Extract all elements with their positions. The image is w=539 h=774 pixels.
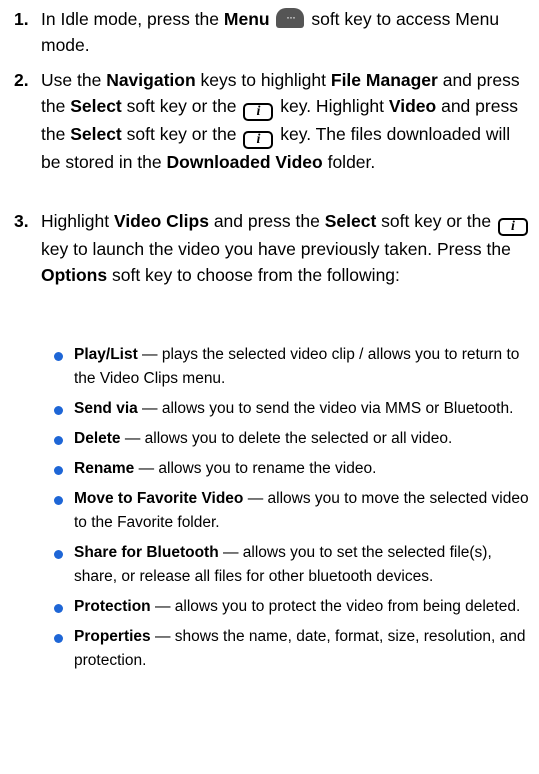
video-clips-term: Video Clips: [113, 211, 209, 231]
step-text: Use the Navigation keys to highlight Fil…: [41, 67, 534, 175]
step-text: In Idle mode, press the Menu soft key to…: [41, 6, 534, 58]
list-item: Move to Favorite Video — allows you to m…: [54, 487, 534, 535]
i-key-icon: i: [243, 131, 274, 149]
step-number: 3.: [14, 211, 29, 231]
options-term: Options: [41, 265, 108, 285]
list-item: Properties — shows the name, date, forma…: [54, 625, 534, 673]
list-item: Play/List — plays the selected video cli…: [54, 343, 534, 391]
list-item: Protection — allows you to protect the v…: [54, 595, 534, 619]
step-number: 2.: [14, 70, 29, 90]
text: key to launch the video you have previou…: [41, 239, 511, 259]
text: soft key or the: [121, 96, 242, 116]
options-list: Play/List — plays the selected video cli…: [54, 343, 534, 679]
text: soft key or the: [121, 124, 242, 144]
video-term: Video: [388, 96, 437, 116]
step-text: Highlight Video Clips and press the Sele…: [41, 208, 534, 288]
option-term: Protection: [74, 598, 151, 615]
list-item: Rename — allows you to rename the video.: [54, 457, 534, 481]
i-key-icon: i: [243, 103, 274, 121]
text: folder.: [322, 152, 376, 172]
select-term: Select: [324, 211, 377, 231]
manual-page: 1. In Idle mode, press the Menu soft key…: [0, 0, 539, 774]
list-item: Send via — allows you to send the video …: [54, 397, 534, 421]
option-term: Delete: [74, 430, 121, 447]
option-desc: — allows you to protect the video from b…: [150, 598, 521, 615]
bullet-dot-icon: [54, 496, 63, 505]
text: Highlight: [41, 211, 114, 231]
select-term: Select: [70, 96, 122, 116]
step-1: 1. In Idle mode, press the Menu soft key…: [14, 6, 534, 58]
bullet-dot-icon: [54, 406, 63, 415]
navigation-term: Navigation: [106, 70, 196, 90]
bullet-dot-icon: [54, 550, 63, 559]
bullet-dot-icon: [54, 436, 63, 445]
file-manager-term: File Manager: [330, 70, 438, 90]
text: soft key to choose from the following:: [107, 265, 400, 285]
option-desc: — allows you to delete the selected or a…: [120, 430, 453, 447]
option-term: Play/List: [74, 346, 138, 363]
menu-soft-key-icon: [276, 8, 305, 28]
bullet-dot-icon: [54, 466, 63, 475]
menu-term: Menu: [223, 9, 270, 29]
option-desc: — allows you to rename the video.: [134, 460, 377, 477]
step-2: 2. Use the Navigation keys to highlight …: [14, 67, 534, 175]
downloaded-video-term: Downloaded Video: [166, 152, 323, 172]
i-key-icon: i: [497, 218, 528, 236]
option-term: Share for Bluetooth: [74, 544, 219, 561]
option-term: Rename: [74, 460, 135, 477]
text: keys to highlight: [195, 70, 331, 90]
text: In Idle mode, press the: [41, 9, 224, 29]
text: soft key or the: [376, 211, 496, 231]
bullet-dot-icon: [54, 634, 63, 643]
text: key. Highlight: [275, 96, 389, 116]
step-3: 3. Highlight Video Clips and press the S…: [14, 208, 534, 288]
text: Use the: [41, 70, 107, 90]
select-term: Select: [70, 124, 122, 144]
list-item: Share for Bluetooth — allows you to set …: [54, 541, 534, 589]
option-term: Send via: [74, 400, 138, 417]
option-desc: — allows you to send the video via MMS o…: [137, 400, 514, 417]
bullet-dot-icon: [54, 604, 63, 613]
text: and press the: [208, 211, 325, 231]
option-term: Move to Favorite Video: [74, 490, 244, 507]
option-term: Properties: [74, 628, 151, 645]
option-desc: — plays the selected video clip / allows…: [74, 346, 520, 387]
bullet-dot-icon: [54, 352, 63, 361]
list-item: Delete — allows you to delete the select…: [54, 427, 534, 451]
step-number: 1.: [14, 9, 29, 29]
